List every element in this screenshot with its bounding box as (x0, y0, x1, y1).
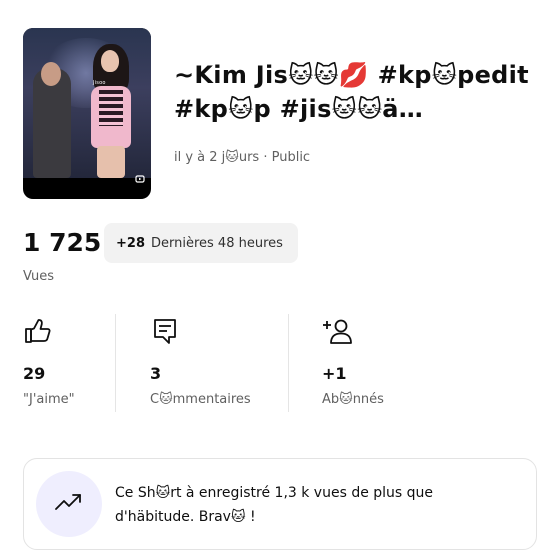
comments-count: 3 (150, 364, 162, 383)
likes-stat[interactable]: 29 "J'aime" (23, 316, 75, 407)
video-title: ~Kim Jis🐱🐱💋 #kp🐱pedit #kp🐱p #jis🐱🐱ä #blä… (174, 61, 529, 123)
subscribers-stat[interactable]: +1 Ab🐱nnés (322, 316, 384, 407)
comment-icon (150, 316, 180, 346)
likes-count: 29 (23, 364, 46, 383)
subscribers-count: +1 (322, 364, 347, 383)
views-label: Vues (23, 269, 55, 284)
views-count: 1 725 (23, 228, 102, 257)
subscribers-label: Ab🐱nnés (322, 392, 384, 407)
stat-divider (115, 314, 116, 412)
stat-divider (288, 314, 289, 412)
insight-card: Ce Sh🐱rt à enregistré 1,3 k vues de plus… (23, 458, 537, 550)
insight-icon-bubble (36, 471, 102, 537)
thumbnail-caption: Jisoo (93, 80, 106, 86)
comments-stat[interactable]: 3 C🐱mmentaires (150, 316, 251, 407)
thumbnail-image: Jisoo (23, 28, 151, 178)
add-subscriber-icon (322, 316, 352, 346)
likes-label: "J'aime" (23, 392, 75, 407)
video-meta: il y à 2 j🐱urs · Public (174, 150, 311, 165)
trending-up-icon (54, 491, 84, 517)
comments-label: C🐱mmentaires (150, 392, 251, 407)
short-thumbnail[interactable]: Jisoo (23, 28, 151, 199)
views-delta-label: Dernières 48 heures (150, 235, 283, 251)
views-delta-value: +28 (116, 235, 145, 251)
views-delta-chip: +28 Dernières 48 heures (104, 223, 298, 263)
insight-message: Ce Sh🐱rt à enregistré 1,3 k vues de plus… (115, 485, 434, 525)
shorts-badge-icon (135, 174, 145, 187)
thumbs-up-icon (23, 316, 53, 346)
